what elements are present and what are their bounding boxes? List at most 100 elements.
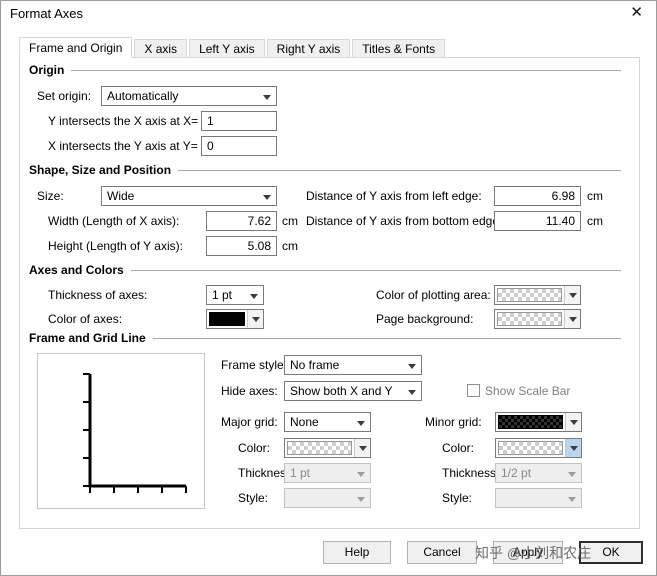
dist-bottom-unit: cm [587,214,603,228]
plot-area-color-combo[interactable] [494,285,581,305]
tab-x-axis[interactable]: X axis [134,39,188,58]
origin-group-header: Origin [29,63,621,77]
axes-thickness-label: Thickness of axes: [48,288,148,302]
set-origin-combo[interactable]: Automatically [101,86,277,106]
width-unit: cm [282,214,298,228]
page-background-label: Page background: [376,312,474,326]
minor-grid-thickness-combo: 1/2 pt [495,463,582,483]
size-combo[interactable]: Wide [101,186,277,206]
x-intersect-input[interactable] [201,136,277,156]
chevron-down-icon [565,439,581,457]
minor-grid-color-combo[interactable] [495,438,582,458]
size-label: Size: [37,189,64,203]
chevron-down-icon [564,310,580,328]
chevron-down-icon [564,286,580,304]
chevron-down-icon [247,310,263,328]
axes-preview-drawing [83,373,187,493]
transparent-swatch [497,288,562,302]
tab-frame-and-origin[interactable]: Frame and Origin [19,37,133,58]
hide-axes-combo[interactable]: Show both X and Y [284,381,422,401]
chevron-down-icon [357,472,365,477]
help-button[interactable]: Help [323,541,391,564]
plot-area-color-label: Color of plotting area: [376,288,491,302]
transparent-swatch [498,441,563,455]
frame-grid-group-header: Frame and Grid Line [29,331,621,345]
major-grid-style-label: Style: [238,491,269,505]
tab-right-y-axis[interactable]: Right Y axis [266,39,351,58]
chevron-down-icon [263,95,271,100]
major-grid-thickness-value: 1 pt [290,466,311,480]
height-input[interactable] [206,236,277,256]
y-intersect-label: Y intersects the X axis at X= [48,114,199,128]
ok-button[interactable]: OK [579,541,643,564]
shape-group-header: Shape, Size and Position [29,163,621,177]
show-scale-bar-label: Show Scale Bar [485,384,571,398]
chevron-down-icon [568,472,576,477]
height-unit: cm [282,239,298,253]
origin-group-title: Origin [29,63,65,77]
dist-left-unit: cm [587,189,603,203]
tab-titles-fonts[interactable]: Titles & Fonts [352,39,446,58]
dist-bottom-input[interactable] [494,211,581,231]
frame-style-label: Frame style: [221,358,288,372]
major-grid-color-combo[interactable] [284,438,371,458]
chevron-down-icon [357,421,365,426]
black-swatch [209,312,245,326]
axes-colors-group-header: Axes and Colors [29,263,621,277]
height-label: Height (Length of Y axis): [48,239,183,253]
minor-grid-thickness-label: Thickness: [442,466,500,480]
cancel-button[interactable]: Cancel [407,541,477,564]
close-icon[interactable]: ✕ [630,4,643,22]
major-grid-combo[interactable]: None [284,412,371,432]
axes-color-combo[interactable] [206,309,264,329]
chevron-down-icon [408,390,416,395]
major-grid-label: Major grid: [221,415,278,429]
dist-bottom-label: Distance of Y axis from bottom edge: [306,214,503,228]
major-grid-style-combo [284,488,371,508]
page-background-combo[interactable] [494,309,581,329]
hide-axes-label: Hide axes: [221,384,278,398]
x-intersect-label: X intersects the Y axis at Y= [48,139,198,153]
axes-color-label: Color of axes: [48,312,123,326]
set-origin-label: Set origin: [37,89,92,103]
axes-thickness-combo[interactable]: 1 pt [206,285,264,305]
shape-group-title: Shape, Size and Position [29,163,172,177]
black-pattern-swatch [498,415,563,429]
chevron-down-icon [565,413,581,431]
frame-style-combo-value: No frame [290,358,340,372]
apply-button[interactable]: Apply [493,541,563,564]
hide-axes-combo-value: Show both X and Y [290,384,393,398]
chevron-down-icon [250,294,258,299]
minor-grid-style-label: Style: [442,491,473,505]
show-scale-bar-checkbox[interactable] [467,384,480,397]
transparent-swatch [497,312,562,326]
major-grid-color-label: Color: [238,441,271,455]
tab-bar: Frame and Origin X axis Left Y axis Righ… [19,37,447,58]
axes-thickness-combo-value: 1 pt [212,288,233,302]
minor-grid-color-label: Color: [442,441,475,455]
y-intersect-input[interactable] [201,111,277,131]
frame-style-combo[interactable]: No frame [284,355,422,375]
frame-grid-group-title: Frame and Grid Line [29,331,146,345]
tab-left-y-axis[interactable]: Left Y axis [189,39,265,58]
transparent-swatch [287,441,352,455]
chevron-down-icon [568,497,576,502]
width-input[interactable] [206,211,277,231]
major-grid-thickness-combo: 1 pt [284,463,371,483]
chevron-down-icon [354,439,370,457]
minor-grid-style-combo [495,488,582,508]
dist-left-input[interactable] [494,186,581,206]
minor-grid-label: Minor grid: [425,415,482,429]
chevron-down-icon [408,364,416,369]
window-title: Format Axes [10,6,83,21]
format-axes-dialog: Format Axes ✕ Frame and Origin X axis Le… [0,0,657,576]
title-bar: Format Axes ✕ [1,1,656,29]
major-grid-combo-value: None [290,415,319,429]
minor-grid-thickness-value: 1/2 pt [501,466,532,480]
axes-preview [37,353,205,509]
size-combo-value: Wide [107,189,135,203]
dist-left-label: Distance of Y axis from left edge: [306,189,482,203]
axes-colors-group-title: Axes and Colors [29,263,124,277]
chevron-down-icon [263,195,271,200]
minor-grid-combo[interactable] [495,412,582,432]
